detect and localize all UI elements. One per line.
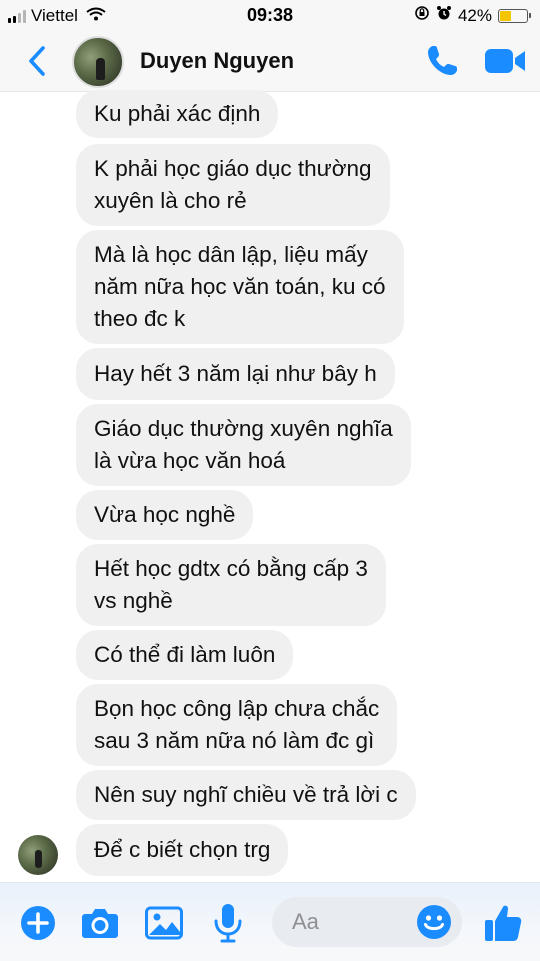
message-bubble[interactable]: Mà là học dân lập, liệu mấy năm nữa học … xyxy=(76,230,404,344)
composer-toolbar xyxy=(0,882,540,961)
contact-name[interactable]: Duyen Nguyen xyxy=(140,48,294,74)
message-bubble[interactable]: Giáo dục thường xuyên nghĩa là vừa học v… xyxy=(76,404,411,486)
voice-call-button[interactable] xyxy=(422,42,462,80)
camera-icon xyxy=(82,909,118,938)
smiley-icon xyxy=(417,905,451,939)
chevron-left-icon xyxy=(29,46,45,76)
message-input[interactable] xyxy=(272,897,412,947)
plus-circle-icon xyxy=(21,906,55,940)
message-bubble[interactable]: Có thể đi làm luôn xyxy=(76,630,294,680)
gallery-button[interactable] xyxy=(144,903,184,943)
message-bubble[interactable]: Hay hết 3 năm lại như bây h xyxy=(76,348,395,400)
voice-message-button[interactable] xyxy=(208,903,248,943)
more-actions-button[interactable] xyxy=(18,903,58,943)
camera-button[interactable] xyxy=(80,903,120,943)
microphone-icon xyxy=(214,904,242,943)
message-bubble[interactable]: Để c biết chọn trg xyxy=(76,824,289,876)
alarm-icon xyxy=(436,5,452,26)
message-bubble[interactable]: Ku phải xác định xyxy=(76,90,279,138)
message-bubble[interactable]: Hết học gdtx có bằng cấp 3 vs nghề xyxy=(76,544,386,626)
message-composer xyxy=(272,897,462,947)
status-bar: Viettel 09:38 42% xyxy=(0,0,540,30)
message-bubble[interactable]: K phải học giáo dục thường xuyên là cho … xyxy=(76,144,390,226)
phone-icon xyxy=(428,46,457,75)
contact-avatar[interactable] xyxy=(72,36,124,88)
video-camera-icon xyxy=(485,49,525,73)
message-bubble[interactable]: Vừa học nghề xyxy=(76,490,254,540)
image-icon xyxy=(145,906,183,940)
message-bubble[interactable]: Bọn học công lập chưa chắc sau 3 năm nữa… xyxy=(76,684,398,766)
back-button[interactable] xyxy=(20,43,54,79)
conversation-header: Duyen Nguyen xyxy=(0,30,540,92)
like-button[interactable] xyxy=(480,900,526,946)
emoji-button[interactable] xyxy=(414,902,454,942)
sender-avatar[interactable] xyxy=(18,835,58,875)
message-bubble[interactable]: Nên suy nghĩ chiều về trả lời c xyxy=(76,770,416,820)
status-right: 42% xyxy=(414,5,531,26)
video-call-button[interactable] xyxy=(483,44,527,78)
thumbs-up-icon xyxy=(485,905,522,941)
rotation-lock-icon xyxy=(414,5,430,26)
battery-icon xyxy=(498,8,531,23)
message-list[interactable]: Ku phải xác định K phải học giáo dục thư… xyxy=(0,90,540,882)
battery-percent: 42% xyxy=(457,5,492,25)
